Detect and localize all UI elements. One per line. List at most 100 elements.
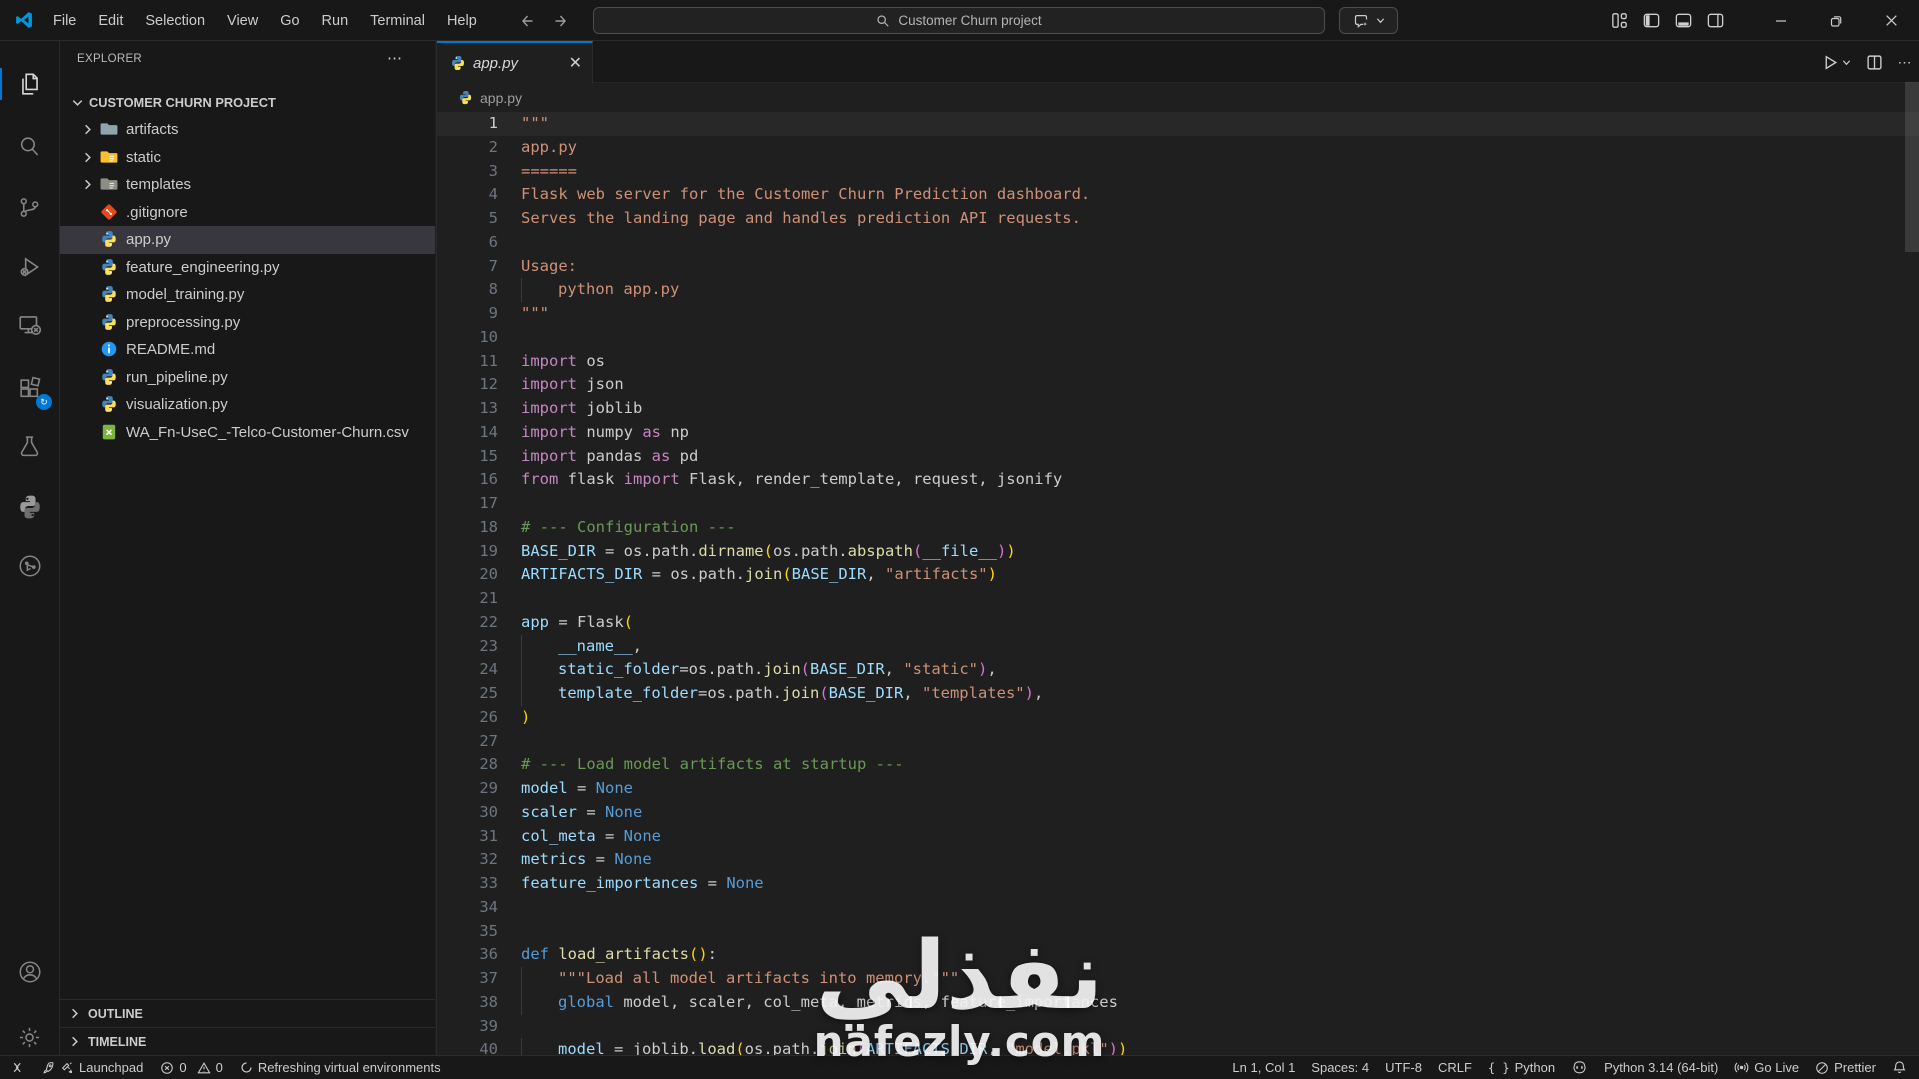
- code-line-38[interactable]: 38 global model, scaler, col_meta, metric…: [437, 990, 1919, 1015]
- menu-selection[interactable]: Selection: [134, 7, 216, 35]
- activity-extensions[interactable]: ↻: [0, 364, 59, 412]
- code-line-32[interactable]: 32 metrics = None: [437, 848, 1919, 872]
- toggle-panel-icon[interactable]: [1674, 11, 1693, 30]
- more-actions-icon[interactable]: ⋯: [1898, 54, 1914, 71]
- arrow-left-icon[interactable]: [518, 13, 534, 29]
- notifications-bell-icon[interactable]: [1892, 1060, 1907, 1075]
- tab-close-icon[interactable]: ✕: [569, 53, 582, 73]
- activity-explorer[interactable]: [0, 60, 59, 108]
- tree-item-feature-engineering.py[interactable]: feature_engineering.py: [60, 254, 435, 282]
- code-line-24[interactable]: 24 static_folder=os.path.join(BASE_DIR, "…: [437, 658, 1919, 682]
- command-center-search[interactable]: Customer Churn project: [593, 7, 1325, 34]
- menu-run[interactable]: Run: [311, 7, 360, 35]
- code-line-30[interactable]: 30 scaler = None: [437, 801, 1919, 825]
- activity-run-debug[interactable]: [0, 243, 59, 291]
- arrow-right-icon[interactable]: [554, 13, 570, 29]
- code-line-27[interactable]: 27: [437, 730, 1919, 754]
- timeline-section[interactable]: TIMELINE: [60, 1027, 435, 1055]
- activity-source-control[interactable]: [0, 183, 59, 231]
- code-line-20[interactable]: 20 ARTIFACTS_DIR = os.path.join(BASE_DIR,…: [437, 563, 1919, 587]
- python-interpreter[interactable]: Python 3.14 (64-bit): [1604, 1060, 1718, 1075]
- code-line-16[interactable]: 16 from flask import Flask, render_templa…: [437, 468, 1919, 492]
- menu-go[interactable]: Go: [269, 7, 310, 35]
- code-line-39[interactable]: 39: [437, 1015, 1919, 1039]
- python-env-status[interactable]: Refreshing virtual environments: [240, 1060, 441, 1075]
- code-line-23[interactable]: 23 __name__,: [437, 634, 1919, 659]
- code-line-6[interactable]: 6: [437, 231, 1919, 255]
- menu-terminal[interactable]: Terminal: [359, 7, 436, 35]
- tree-item-readme.md[interactable]: README.md: [60, 336, 435, 364]
- close-icon[interactable]: [1864, 0, 1919, 41]
- code-line-14[interactable]: 14 import numpy as np: [437, 421, 1919, 445]
- activity-search[interactable]: [0, 122, 59, 170]
- menu-view[interactable]: View: [216, 7, 269, 35]
- tree-item-wa-fn-usec--telco-customer-churn.csv[interactable]: WA_Fn-UseC_-Telco-Customer-Churn.csv: [60, 419, 435, 447]
- code-line-31[interactable]: 31 col_meta = None: [437, 825, 1919, 849]
- code-line-26[interactable]: 26): [437, 706, 1919, 730]
- code-line-33[interactable]: 33 feature_importances = None: [437, 872, 1919, 896]
- problems-item[interactable]: 0 0: [160, 1060, 223, 1075]
- eol-sequence[interactable]: CRLF: [1438, 1060, 1472, 1075]
- code-line-12[interactable]: 12 import json: [437, 373, 1919, 397]
- tree-item-preprocessing.py[interactable]: preprocessing.py: [60, 309, 435, 337]
- go-live-item[interactable]: Go Live: [1734, 1060, 1799, 1075]
- breadcrumb[interactable]: app.py: [437, 83, 1919, 112]
- launchpad-item[interactable]: Launchpad: [41, 1060, 143, 1075]
- code-line-8[interactable]: 8 python app.py: [437, 278, 1919, 302]
- code-line-18[interactable]: 18 # --- Configuration ---: [437, 516, 1919, 540]
- toggle-secondary-sidebar-icon[interactable]: [1706, 11, 1725, 30]
- minimize-icon[interactable]: [1753, 0, 1808, 41]
- code-line-34[interactable]: 34: [437, 896, 1919, 920]
- tree-item-visualization.py[interactable]: visualization.py: [60, 391, 435, 419]
- code-line-13[interactable]: 13 import joblib: [437, 397, 1919, 421]
- activity-remote-explorer[interactable]: [0, 301, 59, 349]
- code-line-37[interactable]: 37 """Load all model artifacts into memor…: [437, 967, 1919, 991]
- code-line-1[interactable]: 1 """: [437, 112, 1919, 136]
- cursor-position[interactable]: Ln 1, Col 1: [1232, 1060, 1295, 1075]
- code-line-25[interactable]: 25 template_folder=os.path.join(BASE_DIR,…: [437, 682, 1919, 706]
- outline-section[interactable]: OUTLINE: [60, 999, 435, 1027]
- tree-item-model-training.py[interactable]: model_training.py: [60, 281, 435, 309]
- prettier-item[interactable]: Prettier: [1815, 1060, 1876, 1075]
- code-line-7[interactable]: 7 Usage:: [437, 255, 1919, 279]
- tree-item-run-pipeline.py[interactable]: run_pipeline.py: [60, 364, 435, 392]
- code-line-4[interactable]: 4 Flask web server for the Customer Churn…: [437, 183, 1919, 207]
- menu-edit[interactable]: Edit: [87, 7, 134, 35]
- menu-help[interactable]: Help: [436, 7, 488, 35]
- copilot-chat-button[interactable]: [1339, 7, 1398, 34]
- encoding[interactable]: UTF-8: [1385, 1060, 1422, 1075]
- remote-indicator[interactable]: [9, 1060, 24, 1075]
- restore-icon[interactable]: [1808, 0, 1863, 41]
- code-line-29[interactable]: 29 model = None: [437, 777, 1919, 801]
- code-editor[interactable]: 1 """ 2 app.py 3 ====== 4 Flask web server for …: [437, 112, 1919, 1055]
- explorer-root-folder[interactable]: CUSTOMER CHURN PROJECT: [60, 88, 435, 116]
- activity-live-share[interactable]: [0, 542, 59, 590]
- code-line-19[interactable]: 19 BASE_DIR = os.path.dirname(os.path.abs…: [437, 540, 1919, 564]
- code-line-35[interactable]: 35: [437, 920, 1919, 944]
- split-editor-icon[interactable]: [1866, 54, 1883, 71]
- activity-settings[interactable]: [0, 1013, 59, 1061]
- language-mode[interactable]: { } Python: [1488, 1060, 1555, 1075]
- copilot-status-icon[interactable]: [1571, 1059, 1588, 1076]
- code-line-9[interactable]: 9 """: [437, 302, 1919, 326]
- tree-item-templates[interactable]: templates: [60, 171, 435, 199]
- activity-testing[interactable]: [0, 422, 59, 470]
- tree-item-static[interactable]: static: [60, 144, 435, 172]
- explorer-more-actions-icon[interactable]: ⋯: [387, 49, 403, 67]
- code-line-17[interactable]: 17: [437, 492, 1919, 516]
- code-line-5[interactable]: 5 Serves the landing page and handles pre…: [437, 207, 1919, 231]
- tab-app-py[interactable]: app.py ✕: [437, 41, 593, 83]
- code-line-22[interactable]: 22 app = Flask(: [437, 611, 1919, 635]
- code-line-3[interactable]: 3 ======: [437, 160, 1919, 184]
- menu-file[interactable]: File: [42, 7, 87, 35]
- activity-account[interactable]: [0, 948, 59, 996]
- tree-item-.gitignore[interactable]: .gitignore: [60, 199, 435, 227]
- code-line-10[interactable]: 10: [437, 326, 1919, 350]
- code-line-36[interactable]: 36 def load_artifacts():: [437, 943, 1919, 967]
- activity-python[interactable]: [0, 483, 59, 531]
- editor-scrollbar[interactable]: [1905, 82, 1919, 252]
- code-line-40[interactable]: 40 model = joblib.load(os.path.join(ARTIF…: [437, 1038, 1919, 1055]
- run-python-file-icon[interactable]: [1822, 54, 1851, 71]
- code-line-11[interactable]: 11 import os: [437, 350, 1919, 374]
- customize-layout-icon[interactable]: [1610, 11, 1629, 30]
